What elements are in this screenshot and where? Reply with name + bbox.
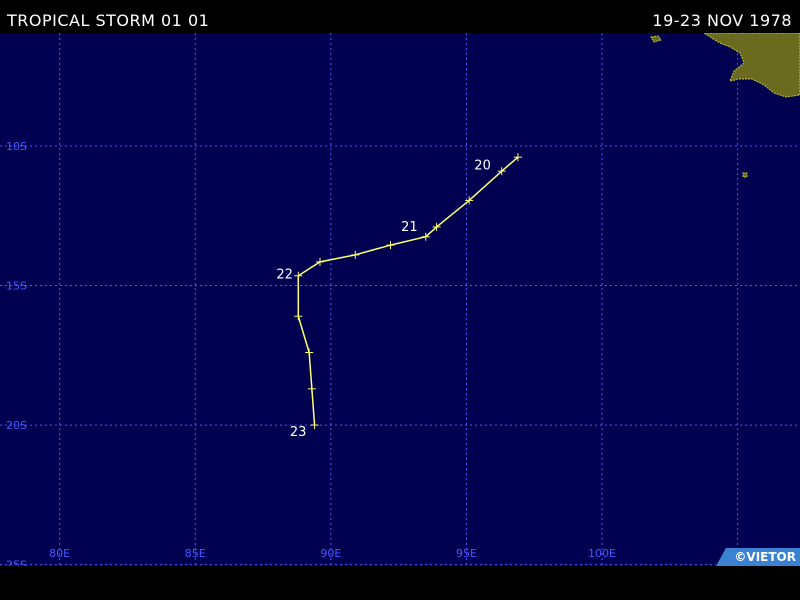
ocean-background [0, 33, 800, 566]
longitude-label: 85E [185, 547, 206, 560]
bottom-bar [0, 566, 800, 600]
storm-title: TROPICAL STORM 01 01 [7, 11, 210, 30]
latitude-label: 20S [6, 419, 27, 432]
credit-badge-notch [716, 548, 726, 566]
title-bar: TROPICAL STORM 01 01 19-23 NOV 1978 [0, 0, 800, 33]
latitude-label: 10S [6, 140, 27, 153]
day-label: 21 [401, 220, 418, 235]
storm-track-map: 80E85E90E95E100E105E10S15S20S25S 2021222… [0, 33, 800, 566]
land-island [742, 172, 748, 178]
latitude-label: 15S [6, 280, 27, 293]
credit-badge: ©VIETOR [716, 548, 800, 566]
longitude-label: 100E [588, 547, 616, 560]
longitude-label: 90E [320, 547, 341, 560]
storm-dates: 19-23 NOV 1978 [652, 11, 792, 30]
day-label: 23 [290, 425, 307, 440]
longitude-label: 95E [456, 547, 477, 560]
day-label: 22 [276, 267, 293, 282]
latitude-label: 25S [6, 559, 27, 566]
longitude-label: 80E [49, 547, 70, 560]
day-label: 20 [474, 159, 491, 174]
